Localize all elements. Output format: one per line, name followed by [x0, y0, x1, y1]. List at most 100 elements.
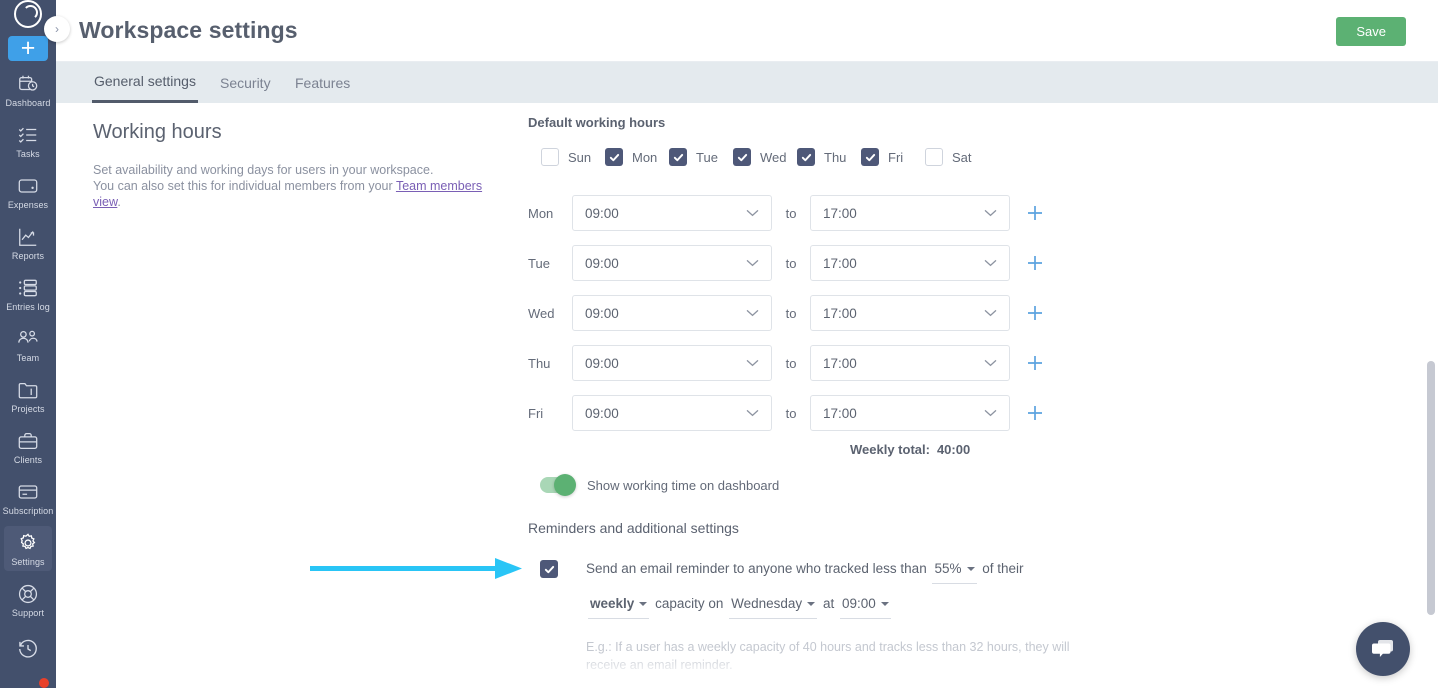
email-reminder-line2: weekly capacity on Wednesday at 09:00 — [586, 593, 1086, 619]
from-time-select-thu[interactable]: 09:00 — [572, 345, 772, 381]
chat-widget-button[interactable] — [1356, 622, 1410, 676]
sidebar-item-label: Team — [17, 353, 39, 363]
sidebar-item-history[interactable] — [4, 632, 52, 664]
time-value: 09:00 — [842, 593, 876, 615]
from-time-select-wed[interactable]: 09:00 — [572, 295, 772, 331]
tab-features[interactable]: Features — [293, 62, 352, 103]
sidebar-item-label: Tasks — [16, 149, 40, 159]
working-hours-desc-line2: You can also set this for individual mem… — [93, 178, 513, 210]
weekday-cell-mon: Mon — [605, 148, 669, 166]
caret-down-icon — [807, 602, 815, 606]
sidebar-item-notifications[interactable]: Notifications — [4, 678, 52, 688]
tasks-icon — [17, 124, 39, 146]
to-time-select-thu[interactable]: 17:00 — [810, 345, 1010, 381]
collapse-sidebar-button[interactable]: › — [44, 16, 70, 42]
sidebar-item-support[interactable]: Support — [4, 577, 52, 622]
sidebar-item-label: Support — [12, 608, 44, 618]
sidebar-item-subscription[interactable]: Subscription — [4, 475, 52, 520]
time-select[interactable]: 09:00 — [840, 593, 891, 619]
reminders-section-label: Reminders and additional settings — [528, 520, 1168, 536]
sidebar-item-label: Clients — [14, 455, 42, 465]
weekday-cell-sat: Sat — [925, 148, 989, 166]
checkbox-thu[interactable] — [797, 148, 815, 166]
sidebar: + Dashboard Tasks Expenses Reports Entri… — [0, 0, 56, 688]
from-time-select-fri[interactable]: 09:00 — [572, 395, 772, 431]
sidebar-item-label: Projects — [11, 404, 44, 414]
checkbox-wed[interactable] — [733, 148, 751, 166]
weekday-label: Thu — [824, 150, 846, 165]
email-reminder-hint: E.g.: If a user has a weekly capacity of… — [586, 638, 1086, 674]
app-root: + Dashboard Tasks Expenses Reports Entri… — [0, 0, 1438, 688]
history-icon — [17, 638, 39, 660]
day-select[interactable]: Wednesday — [729, 593, 817, 619]
sidebar-item-expenses[interactable]: Expenses — [4, 169, 52, 214]
desc-post: . — [117, 195, 120, 209]
add-interval-button-wed[interactable] — [1024, 302, 1046, 324]
from-time-value: 09:00 — [585, 256, 619, 271]
row-day-label: Thu — [528, 356, 572, 371]
clients-icon — [17, 430, 39, 452]
add-button[interactable]: + — [8, 36, 48, 61]
to-time-select-wed[interactable]: 17:00 — [810, 295, 1010, 331]
team-icon — [17, 328, 39, 350]
weekday-cell-wed: Wed — [733, 148, 797, 166]
period-select[interactable]: weekly — [588, 593, 649, 619]
add-interval-button-mon[interactable] — [1024, 202, 1046, 224]
sidebar-item-reports[interactable]: Reports — [4, 220, 52, 265]
chevron-down-icon — [984, 409, 997, 417]
to-time-value: 17:00 — [823, 206, 857, 221]
working-hours-description-column: Working hours Set availability and worki… — [93, 121, 513, 210]
sidebar-item-label: Expenses — [8, 200, 48, 210]
to-word: to — [772, 406, 810, 421]
sidebar-item-entries-log[interactable]: Entries log — [4, 271, 52, 316]
clockify-logo-icon — [14, 0, 42, 28]
add-interval-button-tue[interactable] — [1024, 252, 1046, 274]
weekday-label: Sun — [568, 150, 591, 165]
add-interval-button-thu[interactable] — [1024, 352, 1046, 374]
day-value: Wednesday — [731, 593, 802, 615]
scrollbar-track[interactable] — [1424, 103, 1438, 688]
to-time-value: 17:00 — [823, 256, 857, 271]
save-button[interactable]: Save — [1336, 17, 1406, 46]
sidebar-item-tasks[interactable]: Tasks — [4, 118, 52, 163]
page-title: Workspace settings — [79, 17, 298, 44]
sidebar-item-label: Entries log — [6, 302, 50, 312]
reports-icon — [17, 226, 39, 248]
dashboard-icon — [17, 73, 39, 95]
checkbox-sun[interactable] — [541, 148, 559, 166]
sidebar-item-settings[interactable]: Settings — [4, 526, 52, 571]
checkbox-fri[interactable] — [861, 148, 879, 166]
sidebar-item-clients[interactable]: Clients — [4, 424, 52, 469]
checkbox-email-reminder[interactable] — [540, 560, 558, 578]
tab-security[interactable]: Security — [218, 62, 273, 103]
percent-select[interactable]: 55% — [932, 558, 976, 584]
sidebar-item-team[interactable]: Team — [4, 322, 52, 367]
tab-general-settings[interactable]: General settings — [92, 62, 198, 103]
from-time-value: 09:00 — [585, 306, 619, 321]
chevron-down-icon — [746, 309, 759, 317]
to-time-select-mon[interactable]: 17:00 — [810, 195, 1010, 231]
weekday-cell-fri: Fri — [861, 148, 925, 166]
checkbox-sat[interactable] — [925, 148, 943, 166]
checkbox-mon[interactable] — [605, 148, 623, 166]
from-time-select-tue[interactable]: 09:00 — [572, 245, 772, 281]
to-word: to — [772, 206, 810, 221]
sidebar-item-label: Subscription — [3, 506, 54, 516]
working-hours-form-column: Default working hours Sun Mon Tue Wed — [528, 115, 1168, 674]
add-interval-button-fri[interactable] — [1024, 402, 1046, 424]
from-time-select-mon[interactable]: 09:00 — [572, 195, 772, 231]
support-icon — [17, 583, 39, 605]
row-day-label: Tue — [528, 256, 572, 271]
checkbox-tue[interactable] — [669, 148, 687, 166]
toggle-knob — [554, 474, 576, 496]
sidebar-item-dashboard[interactable]: Dashboard — [4, 67, 52, 112]
to-time-select-fri[interactable]: 17:00 — [810, 395, 1010, 431]
show-working-time-toggle[interactable] — [540, 477, 574, 493]
scrollbar-thumb[interactable] — [1427, 361, 1435, 615]
sidebar-item-projects[interactable]: Projects — [4, 373, 52, 418]
to-word: to — [772, 356, 810, 371]
to-time-select-tue[interactable]: 17:00 — [810, 245, 1010, 281]
page-header: Workspace settings Save — [56, 0, 1438, 62]
chevron-down-icon — [746, 259, 759, 267]
row-day-label: Fri — [528, 406, 572, 421]
